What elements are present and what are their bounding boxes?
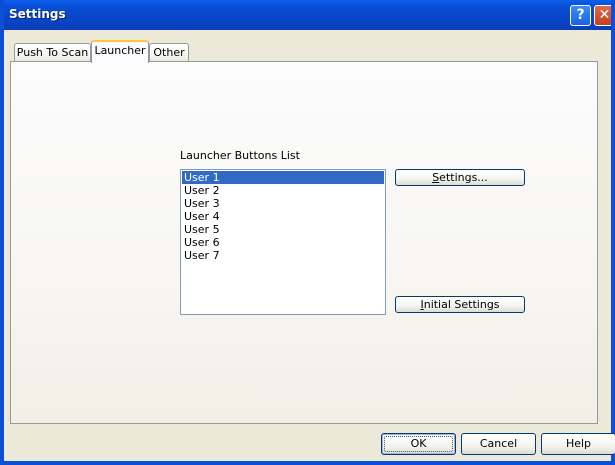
ok-button[interactable]: OK: [381, 433, 456, 455]
help-icon[interactable]: ?: [570, 5, 591, 26]
settings-button-label: ettings...: [439, 171, 488, 184]
initial-settings-button[interactable]: Initial Settings: [395, 296, 525, 313]
list-item[interactable]: User 5: [182, 223, 384, 236]
tab-push-to-scan[interactable]: Push To Scan: [14, 43, 91, 62]
tab-other[interactable]: Other: [149, 43, 189, 62]
close-icon[interactable]: ✕: [594, 5, 611, 26]
focus-rectangle: [384, 436, 453, 452]
settings-button[interactable]: Settings...: [395, 169, 525, 186]
list-item[interactable]: User 4: [182, 210, 384, 223]
list-item[interactable]: User 6: [182, 236, 384, 249]
title-bar[interactable]: Settings ? ✕: [4, 0, 611, 30]
tab-launcher[interactable]: Launcher: [91, 40, 149, 63]
help-button[interactable]: Help: [541, 433, 615, 455]
cancel-button[interactable]: Cancel: [461, 433, 536, 455]
list-item[interactable]: User 7: [182, 249, 384, 262]
initial-settings-button-label: nitial Settings: [423, 298, 500, 311]
window-title: Settings: [9, 7, 66, 21]
launcher-buttons-list-label: Launcher Buttons List: [180, 149, 300, 162]
launcher-buttons-listbox[interactable]: User 1 User 2 User 3 User 4 User 5 User …: [180, 169, 386, 315]
list-item[interactable]: User 2: [182, 184, 384, 197]
list-item[interactable]: User 1: [182, 171, 384, 184]
list-item[interactable]: User 3: [182, 197, 384, 210]
